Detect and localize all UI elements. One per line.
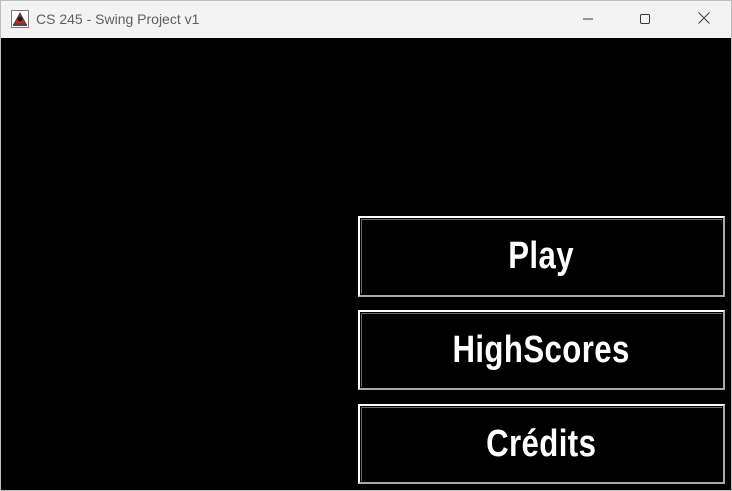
highscores-button-label: HighScores bbox=[452, 328, 631, 371]
maximize-icon bbox=[639, 10, 651, 29]
close-button[interactable] bbox=[681, 1, 727, 38]
title-bar[interactable]: CS 245 - Swing Project v1 bbox=[1, 1, 731, 38]
credits-button-label: Crédits bbox=[486, 422, 597, 465]
play-button[interactable]: Play bbox=[358, 216, 725, 297]
play-button-label: Play bbox=[508, 235, 575, 277]
credits-button[interactable]: Crédits bbox=[358, 404, 725, 484]
app-window: CS 245 - Swing Project v1 Play HighScore… bbox=[0, 0, 732, 491]
minimize-icon bbox=[582, 10, 594, 29]
game-menu-panel: Play HighScores Crédits bbox=[1, 38, 731, 490]
close-icon bbox=[697, 10, 711, 29]
window-title: CS 245 - Swing Project v1 bbox=[36, 11, 200, 27]
minimize-button[interactable] bbox=[565, 1, 611, 38]
java-duke-icon[interactable] bbox=[11, 10, 29, 28]
maximize-button[interactable] bbox=[622, 1, 668, 38]
highscores-button[interactable]: HighScores bbox=[358, 310, 725, 390]
